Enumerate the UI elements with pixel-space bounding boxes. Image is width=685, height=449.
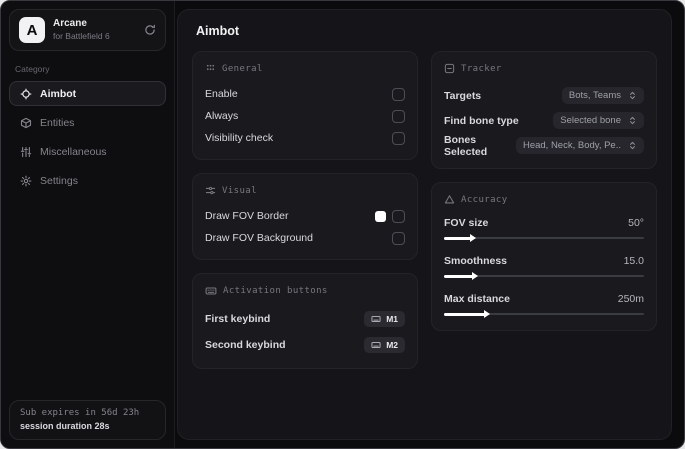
horizontal-sliders-icon — [205, 185, 216, 196]
slider-row: Max distance 250m — [444, 290, 644, 318]
sidebar-item-entities[interactable]: Entities — [9, 110, 166, 135]
visual-card: Visual Draw FOV Border Draw FOV Backgrou… — [192, 173, 418, 260]
first-keybind-button[interactable]: M1 — [364, 311, 405, 327]
dropdown-value: Selected bone — [560, 115, 621, 126]
slider-thumb[interactable] — [472, 272, 478, 280]
keybind-value: M2 — [386, 340, 398, 350]
keybind-value: M1 — [386, 314, 398, 324]
slider-row: FOV size 50° — [444, 214, 644, 242]
draw-fov-background-checkbox[interactable] — [392, 231, 405, 245]
cube-icon — [20, 117, 32, 129]
main-panel: Aimbot General Enable Always Visibility … — [177, 9, 672, 440]
fov-border-color-swatch[interactable] — [375, 210, 386, 222]
setting-row: Targets Bots, Teams — [444, 83, 644, 108]
brand-card: A Arcane for Battlefield 6 — [9, 9, 166, 51]
visibility-check-checkbox[interactable] — [392, 131, 405, 145]
accuracy-card: Accuracy FOV size 50° Smoothness 15.0 Ma… — [431, 182, 657, 331]
app-subtitle: for Battlefield 6 — [53, 30, 110, 41]
enable-checkbox[interactable] — [392, 87, 405, 101]
fov-size-slider[interactable] — [444, 234, 644, 242]
slider-thumb[interactable] — [484, 310, 490, 318]
keyboard-icon — [205, 285, 217, 297]
setting-row: Find bone type Selected bone — [444, 108, 644, 133]
sidebar-item-settings[interactable]: Settings — [9, 168, 166, 193]
sidebar-item-label: Aimbot — [40, 87, 77, 100]
sidebar-item-label: Settings — [40, 174, 78, 187]
slider-value: 50° — [628, 217, 644, 229]
slider-value: 15.0 — [623, 255, 644, 267]
setting-row: Draw FOV Background — [205, 227, 405, 249]
activation-card: Activation buttons First keybind M1 Seco… — [192, 273, 418, 369]
tracker-card: Tracker Targets Bots, Teams Find bone ty… — [431, 51, 657, 169]
dropdown-value: Head, Neck, Body, Pe.. — [522, 140, 621, 151]
section-title: Accuracy — [461, 194, 508, 205]
chevrons-up-down-icon — [628, 116, 637, 125]
always-checkbox[interactable] — [392, 109, 405, 123]
sidebar-item-miscellaneous[interactable]: Miscellaneous — [9, 139, 166, 164]
sidebar: A Arcane for Battlefield 6 Category Aimb… — [1, 1, 175, 448]
grip-dots-icon — [205, 63, 216, 74]
subscription-card: Sub expires in 56d 23h session duration … — [9, 400, 166, 440]
find-bone-type-dropdown[interactable]: Selected bone — [553, 112, 644, 129]
sidebar-item-aimbot[interactable]: Aimbot — [9, 81, 166, 106]
slider-value: 250m — [617, 293, 644, 305]
app-window: A Arcane for Battlefield 6 Category Aimb… — [0, 0, 685, 449]
app-name: Arcane — [53, 18, 87, 30]
session-duration: session duration 28s — [20, 421, 110, 431]
setting-row: Visibility check — [205, 127, 405, 149]
app-logo: A — [19, 17, 45, 43]
setting-row: Enable — [205, 83, 405, 105]
box-minus-icon — [444, 63, 455, 74]
keyboard-icon — [371, 314, 381, 324]
main-area: Aimbot General Enable Always Visibility … — [175, 1, 684, 448]
subscription-expiry: Sub expires in 56d 23h — [20, 408, 140, 418]
targets-dropdown[interactable]: Bots, Teams — [561, 87, 644, 104]
general-card: General Enable Always Visibility check — [192, 51, 418, 160]
dropdown-value: Bots, Teams — [568, 90, 621, 101]
refresh-icon[interactable] — [144, 24, 156, 36]
section-title: Activation buttons — [223, 286, 328, 296]
section-title: Tracker — [461, 63, 502, 74]
sidebar-item-label: Entities — [40, 116, 75, 129]
setting-row: Bones Selected Head, Neck, Body, Pe.. — [444, 133, 644, 158]
slider-thumb[interactable] — [470, 234, 476, 242]
page-title: Aimbot — [196, 24, 240, 38]
triangle-icon — [444, 194, 455, 205]
gear-icon — [20, 175, 32, 187]
setting-row: Draw FOV Border — [205, 205, 405, 227]
chevrons-up-down-icon — [628, 141, 637, 150]
draw-fov-border-checkbox[interactable] — [392, 209, 405, 223]
section-title: General — [222, 63, 263, 74]
bones-selected-dropdown[interactable]: Head, Neck, Body, Pe.. — [515, 137, 644, 154]
sidebar-nav: Aimbot Entities Miscellaneous Settings — [9, 81, 166, 197]
smoothness-slider[interactable] — [444, 272, 644, 280]
logo-letter: A — [26, 21, 38, 39]
setting-row: Always — [205, 105, 405, 127]
crosshair-icon — [20, 88, 32, 100]
setting-row: Second keybind M2 — [205, 332, 405, 358]
section-title: Visual — [222, 185, 257, 196]
category-label: Category — [15, 64, 50, 74]
slider-row: Smoothness 15.0 — [444, 252, 644, 280]
sidebar-item-label: Miscellaneous — [40, 145, 107, 158]
chevrons-up-down-icon — [628, 91, 637, 100]
keyboard-icon — [371, 340, 381, 350]
setting-row: First keybind M1 — [205, 306, 405, 332]
second-keybind-button[interactable]: M2 — [364, 337, 405, 353]
sliders-icon — [20, 146, 32, 158]
max-distance-slider[interactable] — [444, 310, 644, 318]
